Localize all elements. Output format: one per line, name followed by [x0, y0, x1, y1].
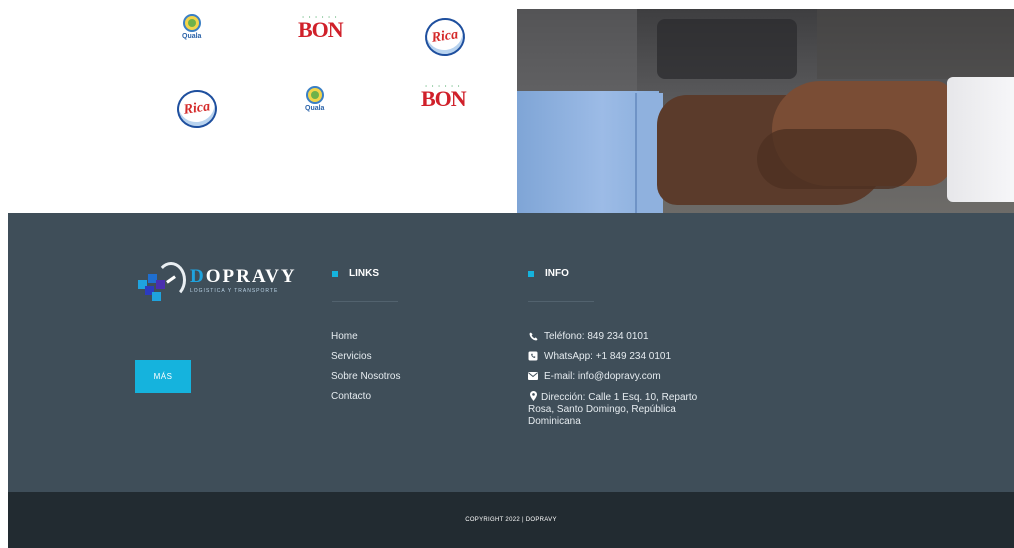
partner-logo-rica: Rica: [422, 15, 468, 59]
phone-icon: [528, 331, 538, 341]
footer-links: Home Servicios Sobre Nosotros Contacto: [331, 331, 400, 411]
partners-section: Quala • • • • • • BON Rica Rica Quala • …: [0, 0, 1014, 213]
rica-logo-icon: Rica: [422, 15, 468, 59]
dopravy-logo[interactable]: DOPRAVY LOGISTICA Y TRANSPORTE: [136, 258, 297, 302]
brand-tagline: LOGISTICA Y TRANSPORTE: [190, 287, 279, 294]
envelope-icon: [528, 371, 538, 381]
speedometer-logo-icon: [136, 258, 186, 302]
site-footer: DOPRAVY LOGISTICA Y TRANSPORTE MÁS LINKS…: [8, 213, 1014, 492]
more-button[interactable]: MÁS: [135, 360, 191, 393]
partner-logo-bon: • • • • • • BON: [421, 83, 467, 111]
brand-name: DOPRAVY: [190, 265, 297, 287]
rica-logo-icon: Rica: [174, 87, 220, 131]
footer-link-sobre-nosotros[interactable]: Sobre Nosotros: [331, 371, 400, 391]
info-heading: INFO: [528, 268, 569, 279]
links-divider: [332, 301, 398, 302]
links-heading: LINKS: [332, 268, 379, 279]
partner-logo-quala: Quala: [182, 14, 201, 40]
partner-logo-rica: Rica: [174, 87, 220, 131]
email-row: E-mail: info@dopravy.com: [528, 371, 708, 382]
quala-logo-icon: [305, 86, 324, 104]
whatsapp-icon: [528, 351, 538, 361]
partner-logo-quala: Quala: [305, 86, 324, 112]
partner-logo-bon: • • • • • • BON: [298, 14, 344, 42]
footer-link-contacto[interactable]: Contacto: [331, 391, 400, 411]
footer-link-servicios[interactable]: Servicios: [331, 351, 400, 371]
quala-logo-icon: [182, 14, 201, 32]
contact-info: Teléfono: 849 234 0101 WhatsApp: +1 849 …: [528, 331, 708, 437]
address-row: Dirección: Calle 1 Esq. 10, Reparto Rosa…: [528, 391, 698, 427]
square-bullet-icon: [528, 270, 534, 277]
info-divider: [528, 301, 594, 302]
copyright-bar: COPYRIGHT 2022 | DOPRAVY: [8, 492, 1014, 548]
map-marker-icon: [528, 391, 538, 401]
partner-logos: Quala • • • • • • BON Rica Rica Quala • …: [0, 0, 517, 213]
footer-link-home[interactable]: Home: [331, 331, 400, 351]
whatsapp-row: WhatsApp: +1 849 234 0101: [528, 351, 708, 362]
handshake-image: [517, 9, 1014, 213]
square-bullet-icon: [332, 270, 338, 277]
copyright-text: COPYRIGHT 2022 | DOPRAVY: [465, 517, 557, 523]
phone-row: Teléfono: 849 234 0101: [528, 331, 708, 342]
